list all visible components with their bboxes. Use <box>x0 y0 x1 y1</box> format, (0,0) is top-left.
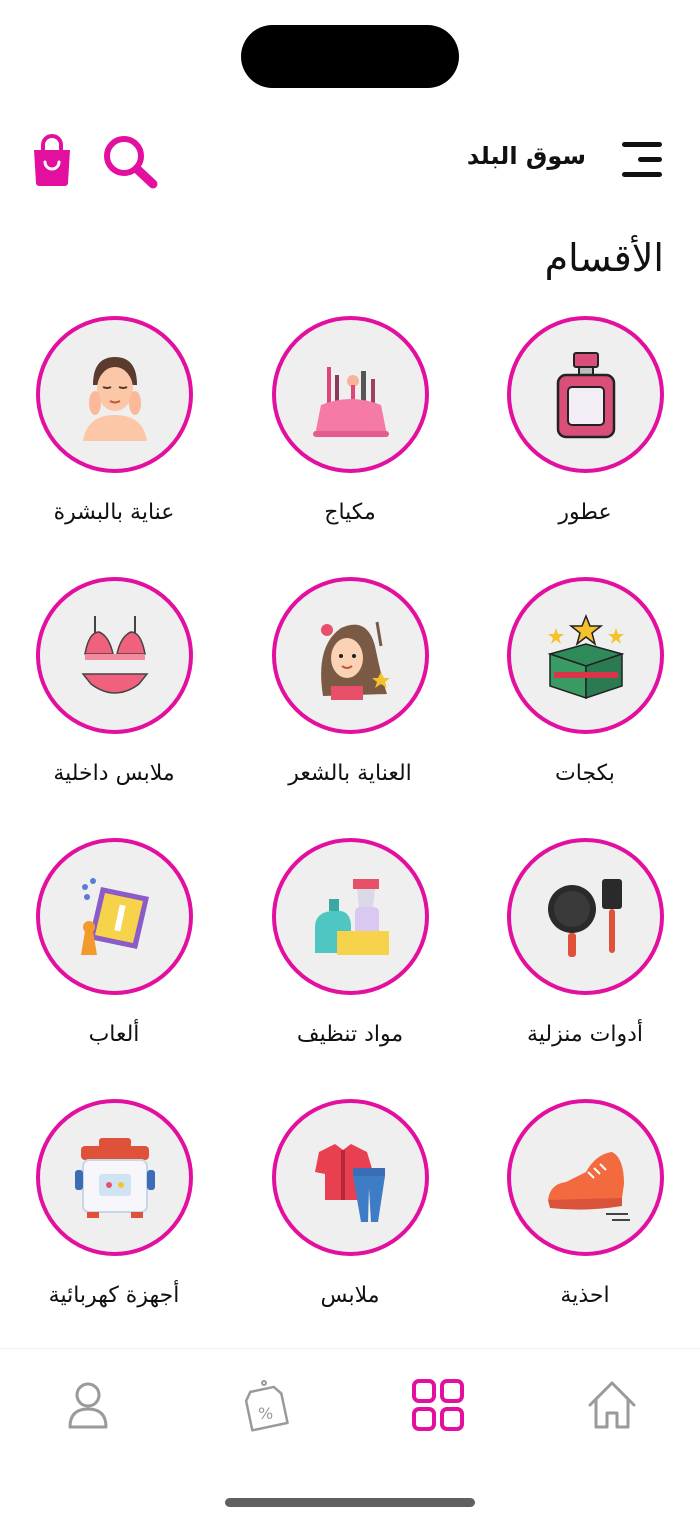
makeup-icon <box>312 366 389 437</box>
lingerie-icon <box>80 615 149 694</box>
category-toys[interactable]: ألعاب <box>0 838 234 1078</box>
category-circle[interactable] <box>507 838 664 995</box>
category-label: عطور <box>558 500 612 525</box>
category-circle[interactable] <box>507 577 664 734</box>
category-circle[interactable] <box>36 577 193 734</box>
category-label: مواد تنظيف <box>296 1022 404 1047</box>
grid-icon <box>412 1379 464 1431</box>
category-label: العناية بالشعر <box>288 761 412 786</box>
category-label: ملابس <box>320 1283 380 1308</box>
skincare-icon <box>82 356 147 441</box>
category-circle[interactable] <box>36 316 193 473</box>
category-circle[interactable] <box>36 838 193 995</box>
category-clothes[interactable]: ملابس <box>230 1099 470 1339</box>
perfume-icon <box>556 351 615 438</box>
device-notch <box>241 25 459 88</box>
category-label: أجهزة كهربائية <box>48 1283 180 1308</box>
category-label: عناية بالبشرة <box>53 500 175 525</box>
kitchen-tools-icon <box>547 878 622 957</box>
home-icon <box>588 1381 636 1429</box>
category-circle[interactable] <box>507 316 664 473</box>
category-circle[interactable] <box>272 838 429 995</box>
shoe-icon <box>547 1151 630 1221</box>
category-label: ملابس داخلية <box>53 761 175 786</box>
category-perfume[interactable]: عطور <box>465 316 700 556</box>
cleaning-supplies-icon <box>314 878 389 955</box>
category-circle[interactable] <box>507 1099 664 1256</box>
nav-home[interactable] <box>582 1375 642 1435</box>
nav-profile[interactable] <box>58 1375 118 1435</box>
category-kitchenware[interactable]: أدوات منزلية <box>465 838 700 1078</box>
category-circle[interactable] <box>272 577 429 734</box>
nav-categories[interactable] <box>408 1375 468 1435</box>
category-makeup[interactable]: مكياج <box>230 316 470 556</box>
top-bar: سوق البلد <box>0 120 700 200</box>
category-lingerie[interactable]: ملابس داخلية <box>0 577 234 817</box>
shopping-bag-icon[interactable] <box>30 134 74 186</box>
toys-icon <box>80 877 149 955</box>
category-skincare[interactable]: عناية بالبشرة <box>0 316 234 556</box>
category-hair-care[interactable]: العناية بالشعر <box>230 577 470 817</box>
gift-box-icon <box>546 613 625 699</box>
category-cleaning[interactable]: مواد تنظيف <box>230 838 470 1078</box>
category-appliances[interactable]: أجهزة كهربائية <box>0 1099 234 1339</box>
category-packages[interactable]: بكجات <box>465 577 700 817</box>
menu-icon[interactable] <box>618 140 666 180</box>
category-shoes[interactable]: احذية <box>465 1099 700 1339</box>
clothes-icon <box>314 1143 385 1222</box>
category-label: بكجات <box>555 761 615 786</box>
category-label: مكياج <box>324 500 376 525</box>
home-indicator[interactable] <box>225 1498 475 1507</box>
bottom-navigation: % <box>0 1348 700 1458</box>
category-label: احذية <box>560 1283 610 1308</box>
section-title: الأقسام <box>544 236 664 280</box>
hair-care-icon <box>320 621 390 700</box>
category-circle[interactable] <box>272 1099 429 1256</box>
user-icon <box>68 1382 108 1429</box>
discount-tag-icon: % <box>244 1380 289 1432</box>
nav-offers[interactable]: % <box>234 1375 294 1435</box>
category-label: ألعاب <box>88 1022 140 1047</box>
appliance-icon <box>74 1137 155 1218</box>
search-icon[interactable] <box>100 134 160 190</box>
category-label: أدوات منزلية <box>526 1022 644 1047</box>
app-title: سوق البلد <box>466 142 586 170</box>
category-circle[interactable] <box>36 1099 193 1256</box>
categories-grid: عطور مكياج عناية بالبشرة بكجات العناية ب… <box>0 316 700 1361</box>
category-circle[interactable] <box>272 316 429 473</box>
svg-text:%: % <box>258 1404 273 1423</box>
